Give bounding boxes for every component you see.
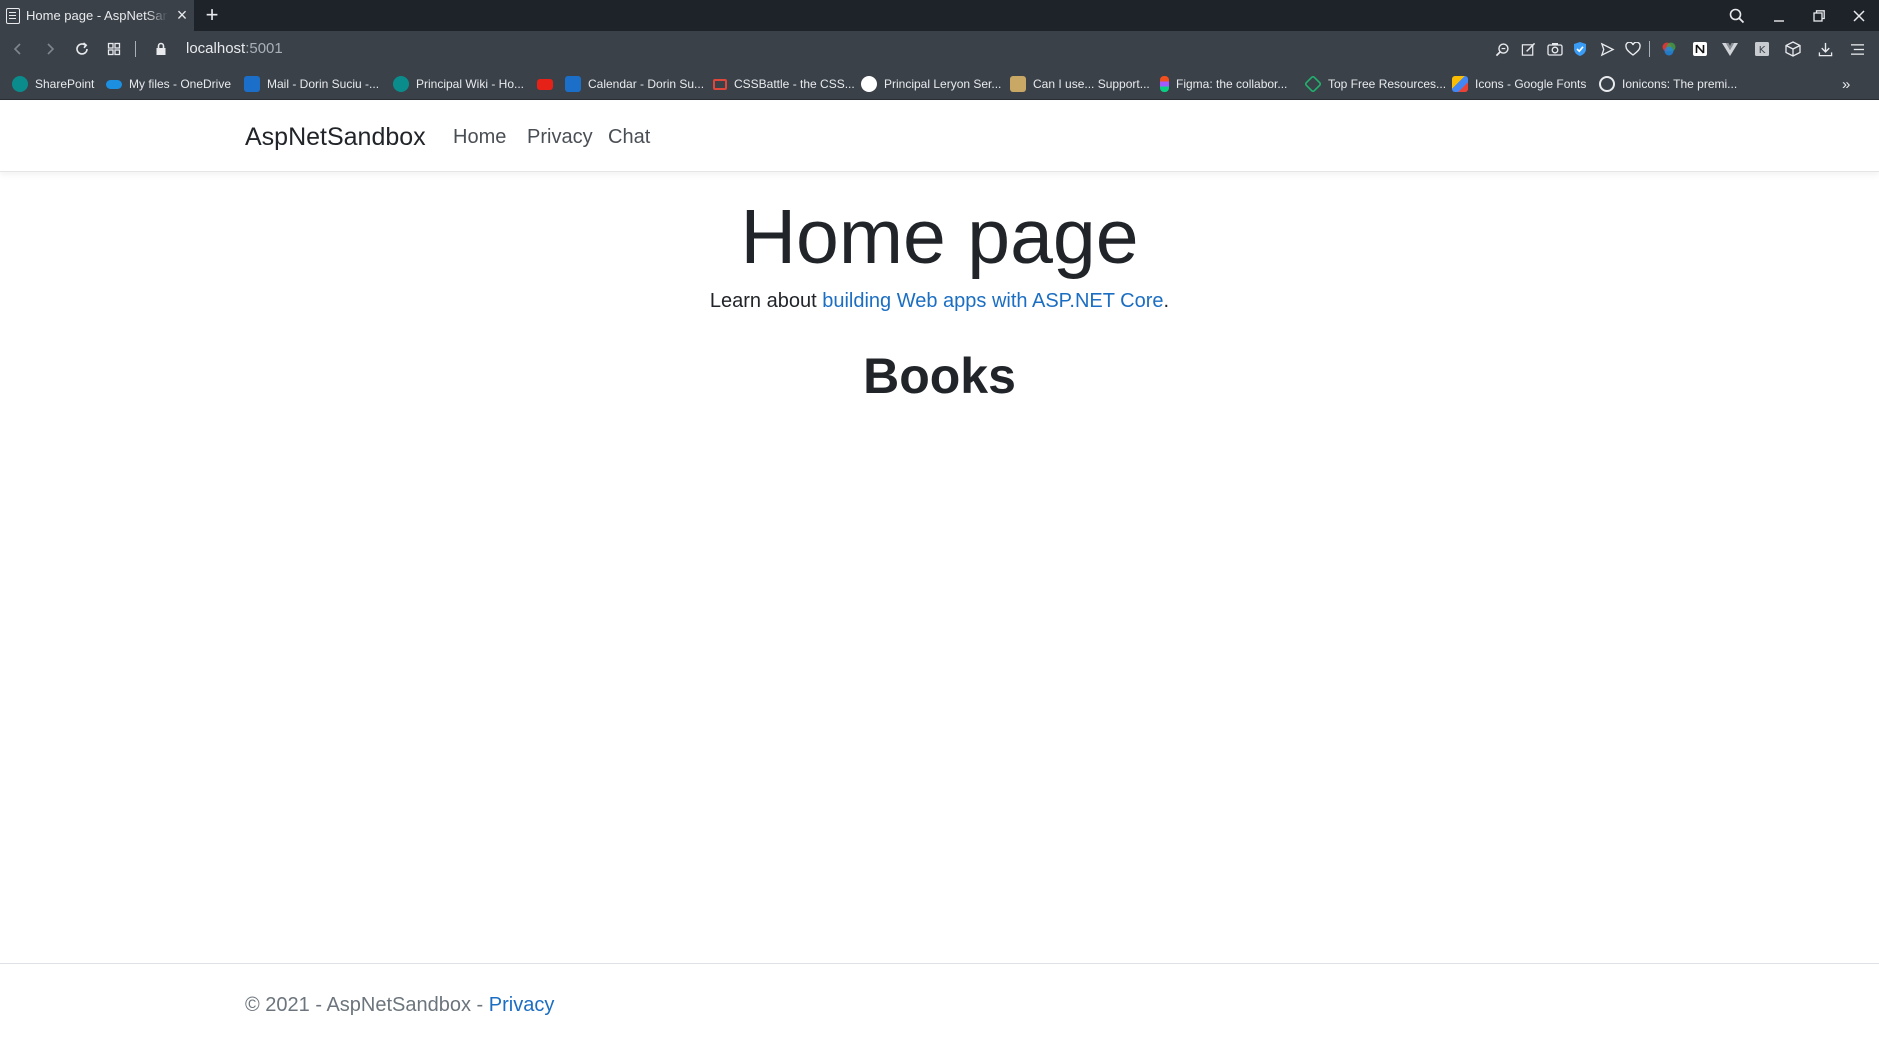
shield-icon[interactable] xyxy=(1566,31,1594,67)
bookmark-label: SharePoint xyxy=(35,77,95,91)
cssbattle-icon xyxy=(713,78,727,90)
bookmarks-bar: SharePoint My files - OneDrive Mail - Do… xyxy=(0,67,1879,100)
bookmark-cssbattle[interactable]: CSSBattle - the CSS... xyxy=(713,74,855,94)
learn-paragraph: Learn about building Web apps with ASP.N… xyxy=(0,290,1879,313)
bookmark-label: Calendar - Dorin Su... xyxy=(588,77,705,91)
reload-icon[interactable] xyxy=(68,31,96,67)
address-field[interactable]: localhost:5001 xyxy=(186,40,283,57)
bookmark-principal-leryon[interactable]: Principal Leryon Ser... xyxy=(861,74,1001,94)
send-icon[interactable] xyxy=(1593,31,1621,67)
back-icon[interactable] xyxy=(4,31,32,67)
new-tab-button[interactable]: + xyxy=(202,3,222,27)
page-icon xyxy=(6,7,20,24)
bookmark-label: Can I use... Support... xyxy=(1033,77,1150,91)
extension-icon[interactable]: K xyxy=(1748,31,1776,67)
sharepoint-icon xyxy=(12,76,28,92)
site-navbar: AspNetSandbox Home Privacy Chat xyxy=(0,101,1879,172)
docs-link[interactable]: building Web apps with ASP.NET Core xyxy=(822,290,1163,312)
outlook-icon xyxy=(244,76,260,92)
tab-title: Home page - AspNetSandbox xyxy=(26,8,168,23)
bookmark-mail[interactable]: Mail - Dorin Suciu -... xyxy=(244,74,379,94)
vue-devtools-icon[interactable] xyxy=(1716,31,1744,67)
nav-link-chat[interactable]: Chat xyxy=(608,126,650,149)
bookmarks-overflow-icon[interactable]: » xyxy=(1842,74,1850,94)
learn-suffix: . xyxy=(1163,290,1170,312)
speed-dial-icon[interactable] xyxy=(100,31,128,67)
close-tab-icon[interactable]: × xyxy=(174,6,190,24)
bookmark-label: Principal Leryon Ser... xyxy=(884,77,1002,91)
search-tabs-icon[interactable] xyxy=(1719,0,1755,31)
learn-prefix: Learn about xyxy=(709,290,823,312)
bookmark-label: Mail - Dorin Suciu -... xyxy=(267,77,380,91)
bookmark-label: Icons - Google Fonts xyxy=(1475,77,1587,91)
bookmark-figma[interactable]: Figma: the collabor... xyxy=(1160,74,1287,94)
page-title: Home page xyxy=(740,194,1139,280)
bookmark-label: Ionicons: The premi... xyxy=(1622,77,1738,91)
nav-link-privacy[interactable]: Privacy xyxy=(527,126,593,149)
bookmark-label: Figma: the collabor... xyxy=(1176,77,1288,91)
box-icon[interactable] xyxy=(1779,31,1807,67)
bookmark-youtube[interactable] xyxy=(537,74,560,94)
info-icon xyxy=(861,76,877,92)
zoom-icon[interactable] xyxy=(1488,31,1516,67)
footer-privacy-link[interactable]: Privacy xyxy=(489,994,555,1016)
svg-text:K: K xyxy=(1759,45,1766,56)
heart-icon[interactable] xyxy=(1619,31,1647,67)
restore-icon[interactable] xyxy=(1801,0,1837,31)
site-footer: © 2021 - AspNetSandbox - Privacy xyxy=(0,963,1879,1039)
nav-link-home[interactable]: Home xyxy=(453,126,506,149)
color-picker-icon[interactable] xyxy=(1655,31,1683,67)
bookmark-sharepoint[interactable]: SharePoint xyxy=(12,74,94,94)
bookmark-label: My files - OneDrive xyxy=(129,77,232,91)
google-fonts-icon xyxy=(1452,76,1468,92)
menu-icon[interactable] xyxy=(1843,31,1871,67)
bookmark-onedrive[interactable]: My files - OneDrive xyxy=(106,74,231,94)
bookmark-ionicons[interactable]: Ionicons: The premi... xyxy=(1599,74,1737,94)
url-host: localhost xyxy=(186,40,246,57)
browser-tab[interactable]: Home page - AspNetSandbox × xyxy=(0,0,194,31)
browser-tab-strip: Home page - AspNetSandbox × + xyxy=(0,0,1879,31)
toolbar-divider xyxy=(1649,41,1650,57)
figma-icon xyxy=(1160,76,1169,92)
bookmark-label: Top Free Resources... xyxy=(1328,77,1447,91)
address-toolbar: localhost:5001 K xyxy=(0,31,1879,67)
minimize-icon[interactable] xyxy=(1761,0,1797,31)
lock-icon[interactable] xyxy=(147,31,175,67)
url-port: :5001 xyxy=(245,40,283,57)
camera-icon[interactable] xyxy=(1541,31,1569,67)
bookmark-label: Principal Wiki - Ho... xyxy=(416,77,525,91)
bookmark-caniuse[interactable]: Can I use... Support... xyxy=(1010,74,1150,94)
onedrive-icon xyxy=(106,79,122,89)
edit-icon[interactable] xyxy=(1514,31,1542,67)
footer-text: © 2021 - AspNetSandbox - Privacy xyxy=(245,994,554,1017)
sharepoint-icon xyxy=(393,76,409,92)
forward-icon[interactable] xyxy=(36,31,64,67)
bookmark-google-fonts[interactable]: Icons - Google Fonts xyxy=(1452,74,1586,94)
resources-icon xyxy=(1303,74,1323,94)
site-brand[interactable]: AspNetSandbox xyxy=(245,123,426,152)
toolbar-divider xyxy=(135,41,136,57)
footer-copyright: © 2021 - AspNetSandbox - xyxy=(245,994,489,1016)
bookmark-principal-wiki[interactable]: Principal Wiki - Ho... xyxy=(393,74,524,94)
youtube-icon xyxy=(537,78,553,90)
close-window-icon[interactable] xyxy=(1841,0,1877,31)
caniuse-icon xyxy=(1010,76,1026,92)
books-heading: Books xyxy=(863,348,1016,404)
ionicons-icon xyxy=(1599,76,1615,92)
bookmark-calendar[interactable]: Calendar - Dorin Su... xyxy=(565,74,704,94)
bookmark-label: CSSBattle - the CSS... xyxy=(734,77,855,91)
notion-icon[interactable] xyxy=(1686,31,1714,67)
bookmark-top-free-resources[interactable]: Top Free Resources... xyxy=(1303,74,1447,94)
download-icon[interactable] xyxy=(1811,31,1839,67)
calendar-icon xyxy=(565,76,581,92)
